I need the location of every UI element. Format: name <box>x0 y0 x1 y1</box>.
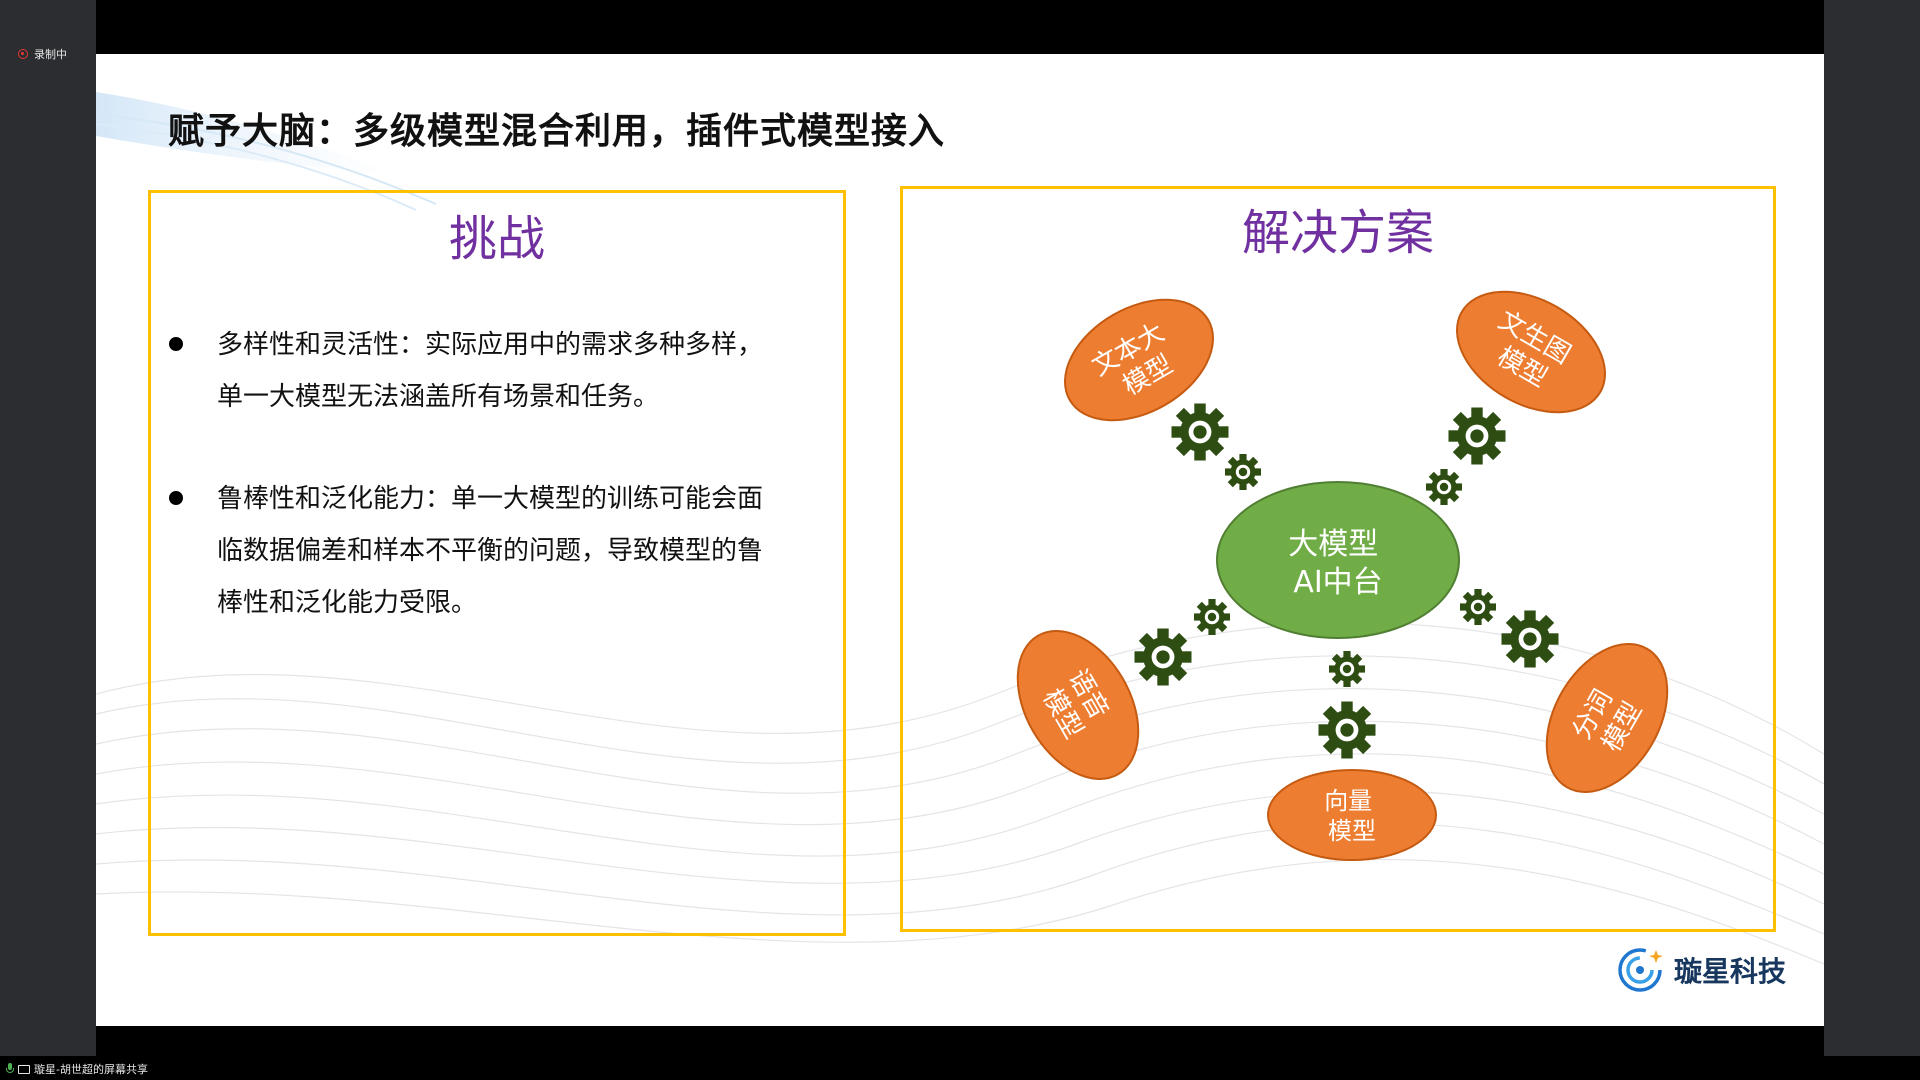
gear-icon <box>1318 701 1376 759</box>
record-icon <box>18 49 28 59</box>
gear-icon <box>1194 599 1230 635</box>
gear-icon <box>1448 407 1506 465</box>
node-label: 模型 <box>1328 817 1376 845</box>
node-label: 向量 <box>1324 787 1372 815</box>
center-node: 大模型 AI中台 <box>1216 481 1460 639</box>
node-text-to-image: 文生图 模型 <box>1456 290 1606 414</box>
gear-icon <box>1134 628 1192 686</box>
screen-share-icon <box>18 1064 30 1074</box>
node-speech: 语音 模型 <box>1016 630 1140 780</box>
gear-icon <box>1329 651 1365 687</box>
solution-diagram: 文本大 模型 文生图 模型 分词 模型 向量 模型 语音 模型 大模型 AI中台 <box>1016 290 1669 861</box>
gear-icon <box>1225 454 1261 490</box>
logo-icon <box>1618 948 1663 992</box>
left-sidebar: 录制中 <box>0 0 96 1080</box>
screen-share-label: 璇星-胡世超的屏幕共享 <box>34 1063 148 1076</box>
microphone-icon <box>6 1063 14 1075</box>
presentation-slide: 赋予大脑：多级模型混合利用，插件式模型接入 挑战 多样性和灵活性：实际应用中的需… <box>96 54 1824 1026</box>
gear-icon <box>1460 589 1496 625</box>
recording-label: 录制中 <box>34 48 67 61</box>
company-logo: 璇星科技 <box>1616 946 1786 994</box>
gear-icon <box>1171 403 1229 461</box>
bottom-status-bar <box>0 1056 1920 1080</box>
center-label: AI中台 <box>1293 565 1382 600</box>
node-vector: 向量 模型 <box>1267 769 1437 861</box>
gear-icon <box>1501 610 1559 668</box>
screen-share-info[interactable]: 璇星-胡世超的屏幕共享 <box>6 1061 148 1077</box>
center-label: 大模型 <box>1288 527 1378 562</box>
right-sidebar <box>1824 0 1920 1080</box>
recording-indicator[interactable]: 录制中 <box>18 46 67 62</box>
gear-icon <box>1426 469 1462 505</box>
logo-text: 璇星科技 <box>1674 955 1787 988</box>
